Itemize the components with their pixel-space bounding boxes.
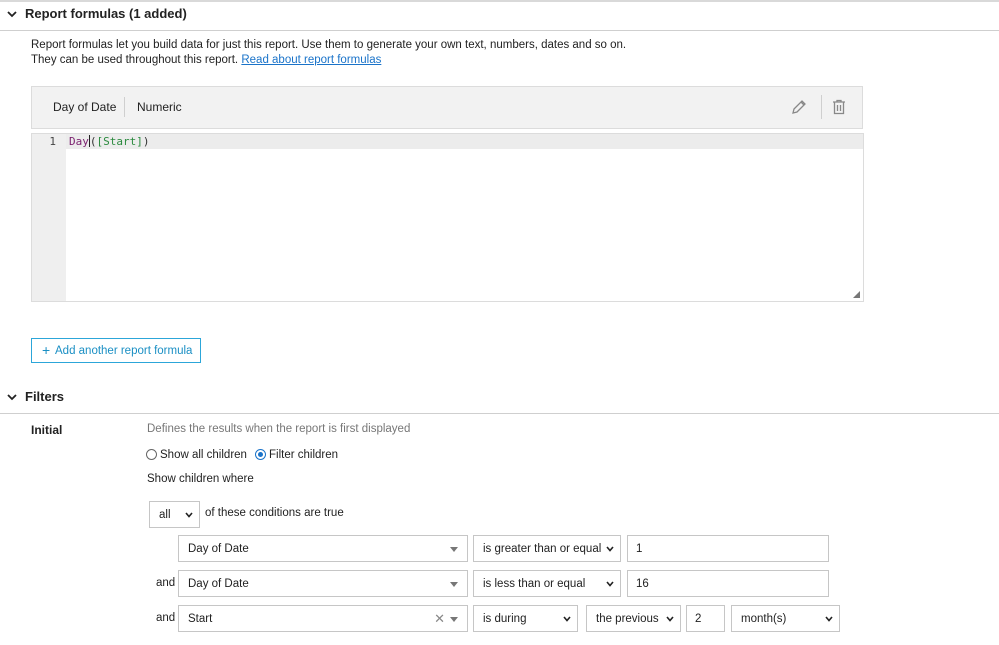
line-gutter: 1 [32,134,66,301]
add-button-label: Add another report formula [55,345,193,357]
dropdown-arrow-icon [450,547,458,552]
chevron-down-icon[interactable] [6,391,18,403]
chevron-down-icon [825,616,833,622]
show-all-children-radio[interactable] [146,449,157,460]
intro-line-2: They can be used throughout this report. [31,54,239,66]
pencil-icon[interactable] [790,98,808,116]
divider [821,95,822,119]
formula-name: Day of Date [53,100,117,114]
condition-field-value: Day of Date [188,578,249,590]
plus-icon: + [42,342,51,358]
initial-hint: Defines the results when the report is f… [147,423,411,435]
intro-line-1: Report formulas let you build data for j… [31,39,627,51]
condition-value-text: 16 [636,578,649,590]
chevron-down-icon [563,616,571,622]
condition-operator-select[interactable]: is less than or equal [473,570,621,597]
chevron-down-icon [606,581,614,587]
filters-title: Filters [25,389,65,404]
show-all-children-label[interactable]: Show all children [160,449,247,461]
line-number: 1 [49,135,56,148]
clear-icon[interactable]: ✕ [434,611,445,627]
match-suffix: of these conditions are true [205,507,344,519]
condition-field-value: Start [188,613,213,625]
formula-header: Day of Date Numeric [31,86,863,129]
condition-value-text: 1 [636,543,643,555]
condition-operator-select[interactable]: is greater than or equal [473,535,621,562]
formula-code[interactable]: Day([Start]) [69,135,149,148]
condition-conjunction: and [156,577,176,589]
chevron-down-icon[interactable] [6,8,18,20]
formula-code-editor[interactable]: 1 Day([Start]) [31,133,864,302]
condition-field-value: Day of Date [188,543,249,555]
condition-period-select[interactable]: the previous [586,605,681,632]
filter-children-label[interactable]: Filter children [269,449,338,461]
condition-operator-value: is during [483,613,527,625]
condition-field-select[interactable]: Start ✕ [178,605,468,632]
code-function: Day [69,135,89,148]
add-another-report-formula-button[interactable]: + Add another report formula [31,338,201,363]
show-children-where-label: Show children where [147,473,254,485]
formula-type: Numeric [137,100,182,114]
condition-unit-value: month(s) [741,613,787,625]
match-select[interactable]: all [149,501,200,528]
resize-handle-icon[interactable] [853,291,860,298]
filters-section-header[interactable]: Filters [0,383,999,414]
condition-field-select[interactable]: Day of Date [178,570,468,597]
active-line [66,134,863,149]
condition-operator-value: is greater than or equal [483,543,602,555]
code-field-reference: [Start] [96,135,143,148]
condition-value-input[interactable]: 1 [627,535,829,562]
condition-conjunction: and [156,612,176,624]
report-formulas-title: Report formulas (1 added) [25,6,187,21]
match-select-value: all [159,509,171,521]
condition-count-input[interactable]: 2 [686,605,725,632]
condition-unit-select[interactable]: month(s) [731,605,840,632]
chevron-down-icon [666,616,674,622]
code-paren-close: ) [142,135,150,148]
filter-children-radio[interactable] [255,449,266,460]
chevron-down-icon [185,512,193,518]
condition-operator-value: is less than or equal [483,578,586,590]
condition-field-select[interactable]: Day of Date [178,535,468,562]
read-about-report-formulas-link[interactable]: Read about report formulas [241,54,381,66]
code-paren-open: ( [89,135,97,148]
condition-period-value: the previous [596,613,659,625]
dropdown-arrow-icon [450,617,458,622]
condition-value-input[interactable]: 16 [627,570,829,597]
chevron-down-icon [606,546,614,552]
report-formulas-intro: Report formulas let you build data for j… [31,38,626,68]
dropdown-arrow-icon [450,582,458,587]
divider [124,97,125,117]
condition-operator-select[interactable]: is during [473,605,578,632]
initial-label: Initial [31,423,63,437]
condition-count-value: 2 [695,613,702,625]
report-formulas-section-header[interactable]: Report formulas (1 added) [0,0,999,31]
trash-icon[interactable] [830,98,848,116]
